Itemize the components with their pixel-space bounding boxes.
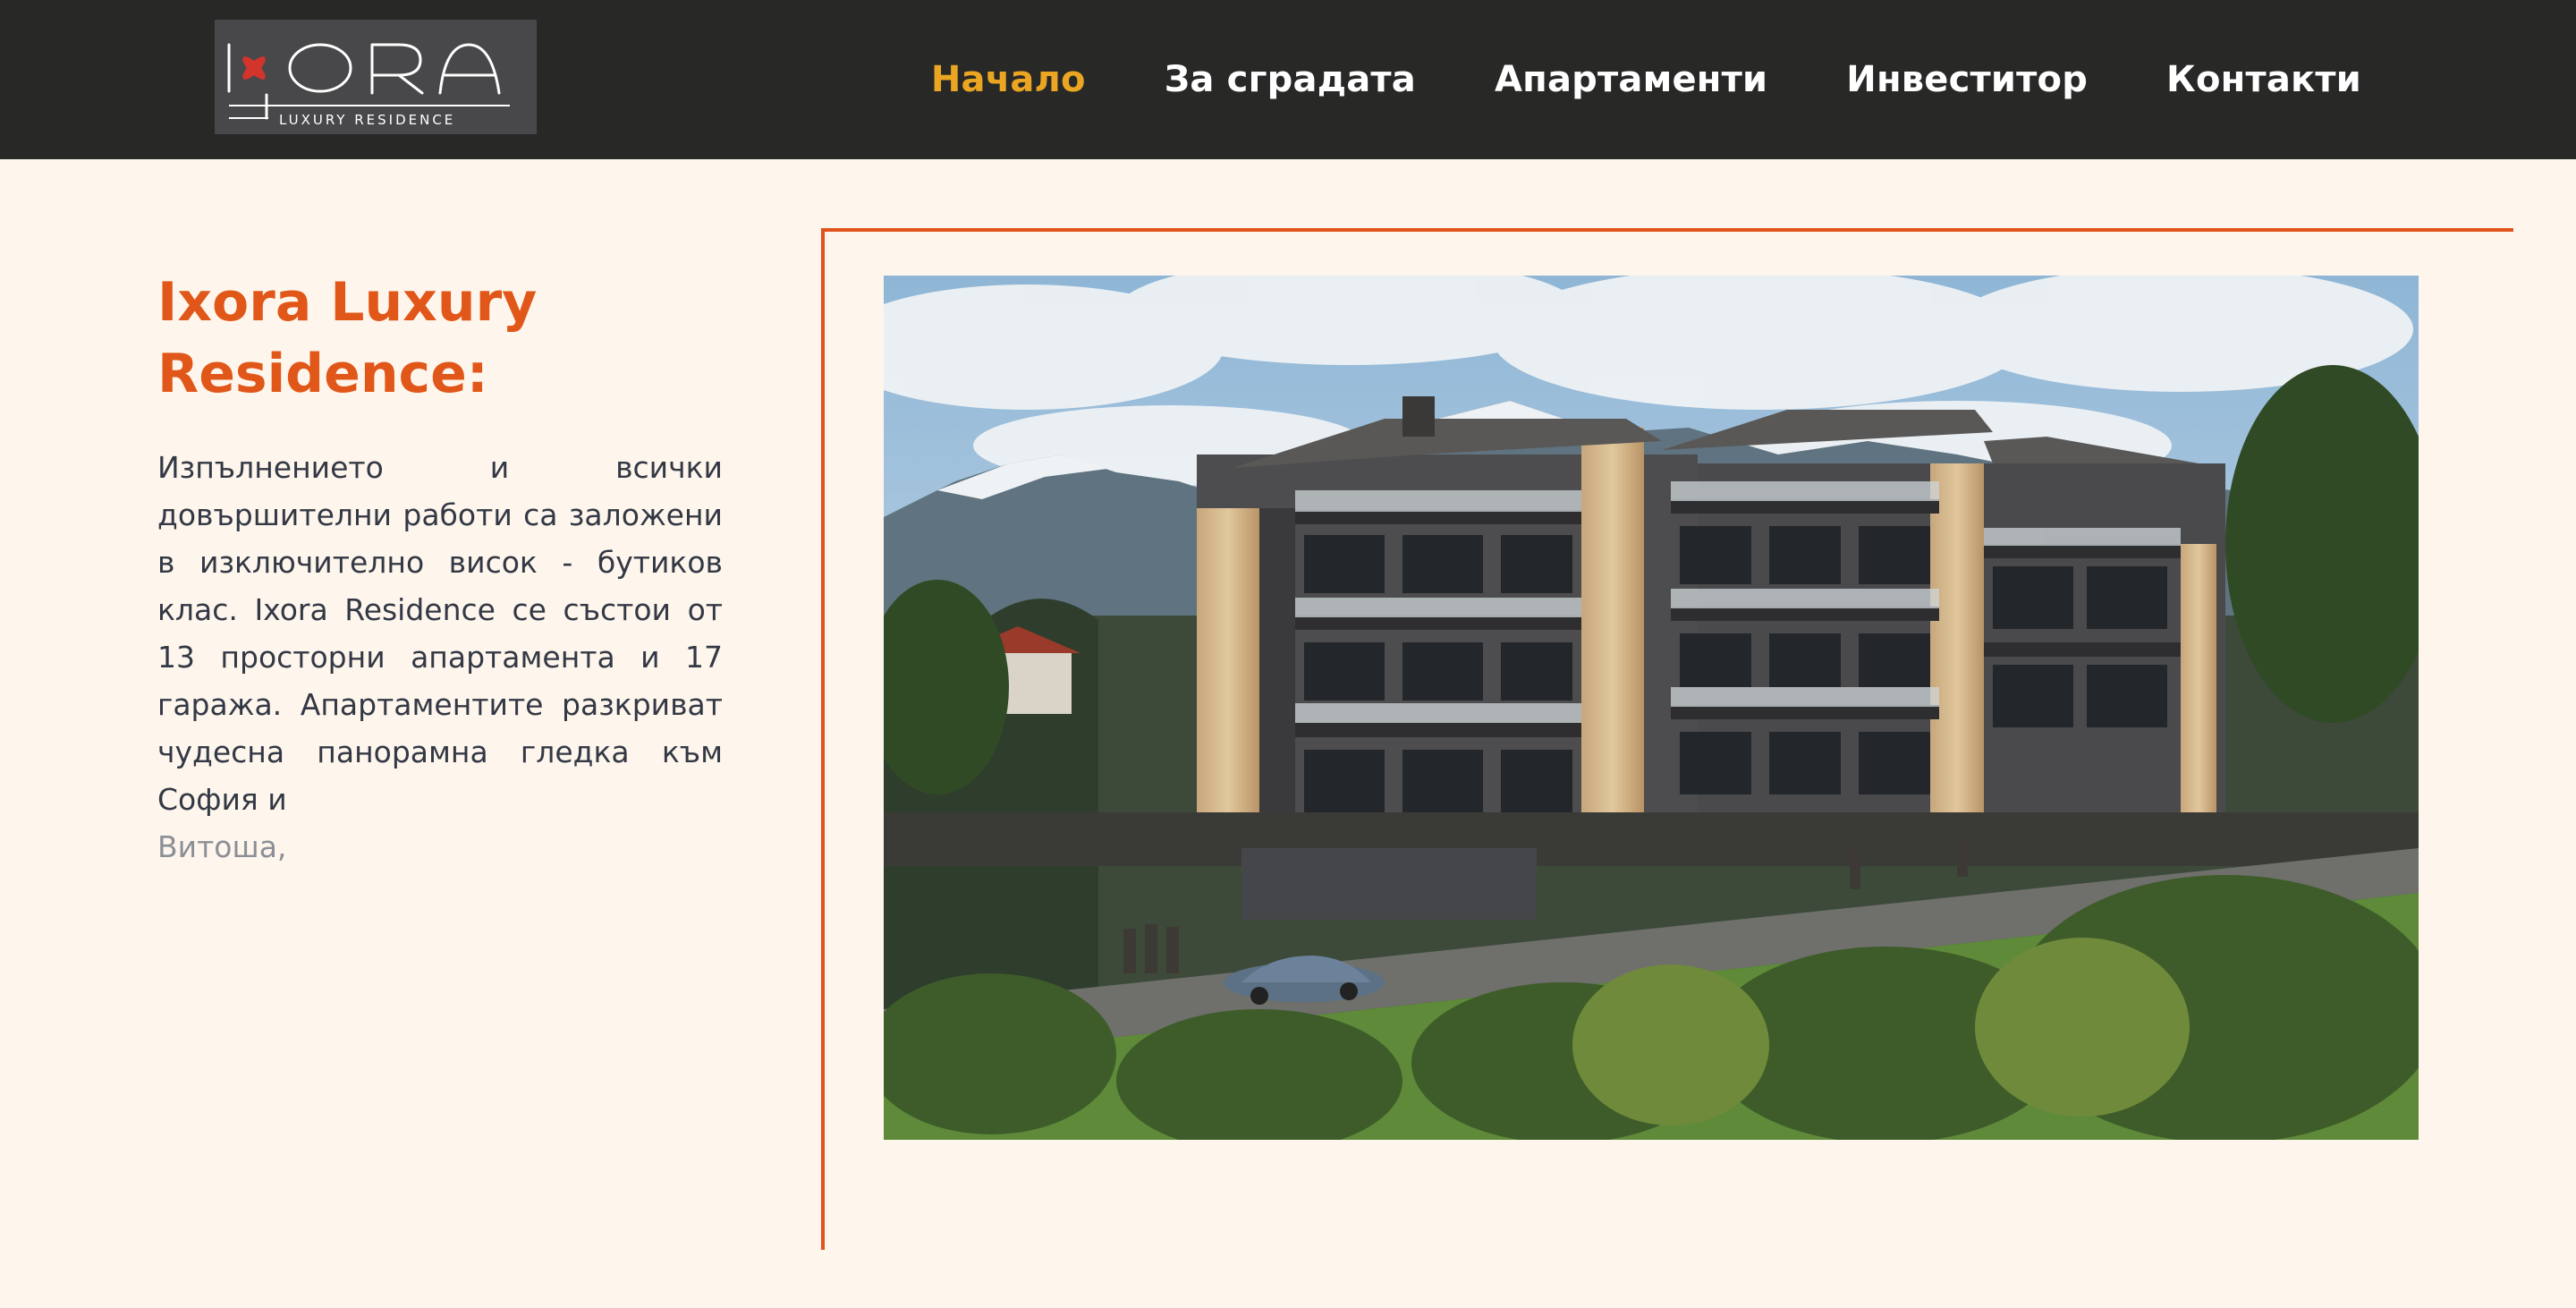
main-nav: Начало За сградата Апартаменти Инвестито…: [931, 0, 2361, 159]
logo-tagline: LUXURY RESIDENCE: [279, 112, 455, 128]
nav-contacts[interactable]: Контакти: [2166, 59, 2361, 100]
intro-body: Изпълнението и всички довършителни работ…: [157, 450, 723, 817]
nav-home[interactable]: Начало: [931, 59, 1086, 100]
site-logo[interactable]: LUXURY RESIDENCE: [215, 20, 537, 134]
nav-investor[interactable]: Инвеститор: [1846, 59, 2088, 100]
nav-apartments[interactable]: Апартаменти: [1495, 59, 1767, 100]
intro-description: Изпълнението и всички довършителни работ…: [157, 444, 723, 871]
ixora-logo-graphic: LUXURY RESIDENCE: [227, 43, 510, 128]
intro-body-faded: Витоша,: [157, 829, 287, 864]
building-render-image: [884, 276, 2419, 1140]
top-navbar: LUXURY RESIDENCE Начало За сградата Апар…: [0, 0, 2576, 159]
frame-top-line: [821, 228, 2513, 232]
flower-icon: [242, 56, 266, 80]
intro-title: Ixora Luxury Residence:: [157, 271, 538, 405]
nav-about-building[interactable]: За сградата: [1165, 59, 1416, 100]
frame-left-line: [821, 228, 825, 1250]
